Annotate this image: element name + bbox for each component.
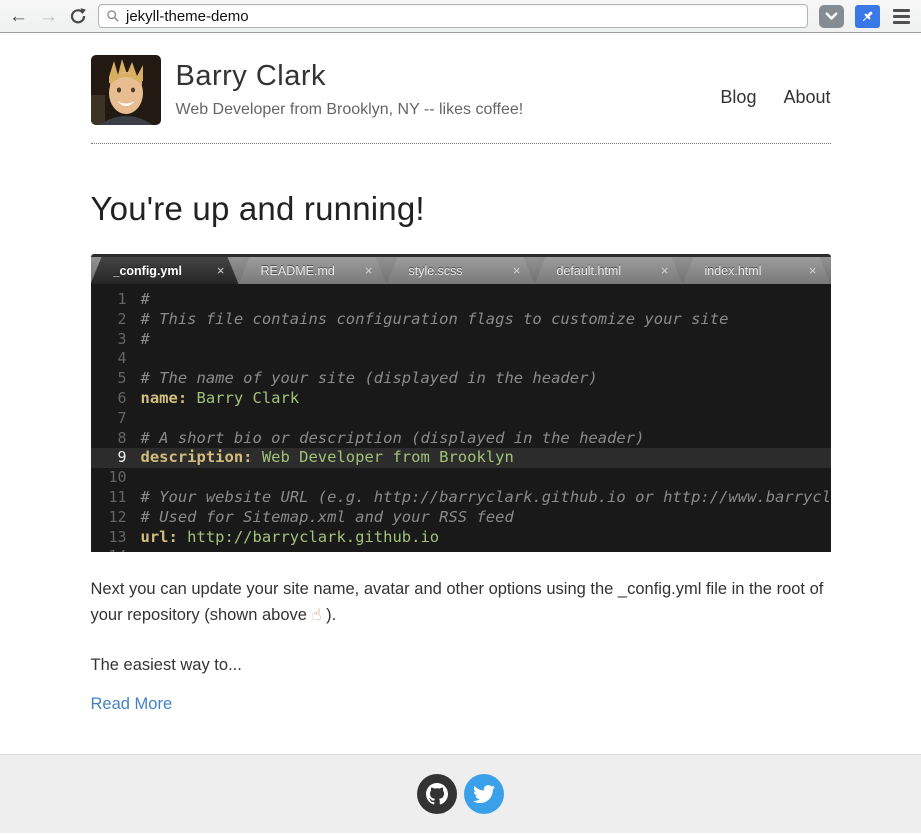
- line-number: 8: [91, 429, 127, 449]
- tab-close-icon[interactable]: ×: [209, 263, 225, 278]
- code-line: 14: [91, 547, 831, 552]
- site-title[interactable]: Barry Clark: [176, 60, 524, 93]
- editor-tab-README.md[interactable]: README.md ×: [239, 257, 387, 284]
- site-header: Barry Clark Web Developer from Brooklyn,…: [91, 55, 831, 125]
- menu-button[interactable]: [891, 7, 912, 26]
- code-lines: 1#2# This file contains configuration fl…: [91, 284, 831, 552]
- line-number: 4: [91, 349, 127, 369]
- tab-label: default.html: [557, 264, 622, 278]
- tab-close-icon[interactable]: ×: [801, 263, 817, 278]
- pocket-button[interactable]: [819, 5, 844, 28]
- code-line: 13url: http://barryclark.github.io: [91, 528, 831, 548]
- footer: [0, 754, 921, 833]
- pin-icon: [859, 8, 876, 25]
- tab-label: index.html: [705, 264, 762, 278]
- search-icon: [106, 9, 120, 23]
- code-line: 7: [91, 409, 831, 429]
- editor-tab-_config.yml[interactable]: _config.yml ×: [91, 257, 239, 284]
- tab-label: style.scss: [409, 264, 463, 278]
- tab-label: README.md: [261, 264, 335, 278]
- line-number: 1: [91, 290, 127, 310]
- editor-tab-index.html[interactable]: index.html ×: [683, 257, 831, 284]
- code-line: 5# The name of your site (displayed in t…: [91, 369, 831, 389]
- code-line: 11# Your website URL (e.g. http://barryc…: [91, 488, 831, 508]
- pin-button[interactable]: [855, 5, 880, 28]
- line-number: 14: [91, 547, 127, 552]
- avatar[interactable]: [91, 55, 161, 125]
- line-number: 10: [91, 468, 127, 488]
- editor-tab-default.html[interactable]: default.html ×: [535, 257, 683, 284]
- header-divider: [91, 143, 831, 144]
- forward-button[interactable]: →: [39, 7, 58, 26]
- line-number: 5: [91, 369, 127, 389]
- line-number: 7: [91, 409, 127, 429]
- tab-close-icon[interactable]: ×: [505, 263, 521, 278]
- code-line: 8# A short bio or description (displayed…: [91, 429, 831, 449]
- post: You're up and running! _config.yml×READM…: [91, 190, 831, 714]
- twitter-link[interactable]: [464, 774, 504, 814]
- github-icon: [426, 783, 448, 805]
- code-line: 1#: [91, 290, 831, 310]
- nav-link-about[interactable]: About: [783, 87, 830, 107]
- line-number: 13: [91, 528, 127, 548]
- nav-link-blog[interactable]: Blog: [720, 87, 756, 107]
- tab-label: _config.yml: [113, 264, 182, 278]
- url-bar[interactable]: jekyll-theme-demo: [98, 4, 808, 28]
- page: Barry Clark Web Developer from Brooklyn,…: [0, 33, 921, 833]
- avatar-image: [91, 55, 161, 125]
- post-paragraph-2: The easiest way to...: [91, 652, 831, 678]
- browser-toolbar: ← → jekyll-theme-demo: [0, 0, 921, 33]
- site-description: Web Developer from Brooklyn, NY -- likes…: [176, 101, 524, 119]
- line-number: 9: [91, 448, 127, 468]
- code-line: 12# Used for Sitemap.xml and your RSS fe…: [91, 508, 831, 528]
- twitter-icon: [473, 783, 495, 805]
- read-more-link[interactable]: Read More: [91, 695, 173, 714]
- refresh-button[interactable]: [69, 7, 87, 25]
- masthead: Barry Clark Web Developer from Brooklyn,…: [176, 55, 524, 119]
- back-button[interactable]: ←: [9, 7, 28, 26]
- site-nav: Blog About: [693, 87, 830, 108]
- code-editor-screenshot: _config.yml×README.md×style.scss×default…: [91, 254, 831, 552]
- line-number: 11: [91, 488, 127, 508]
- line-number: 2: [91, 310, 127, 330]
- code-line: 9description: Web Developer from Brookly…: [91, 448, 831, 468]
- tab-close-icon[interactable]: ×: [653, 263, 669, 278]
- code-line: 3#: [91, 330, 831, 350]
- code-line: 10: [91, 468, 831, 488]
- code-line: 6name: Barry Clark: [91, 389, 831, 409]
- code-line: 2# This file contains configuration flag…: [91, 310, 831, 330]
- pocket-icon: [824, 9, 839, 24]
- point-up-emoji: ☝: [312, 606, 322, 624]
- github-link[interactable]: [417, 774, 457, 814]
- line-number: 6: [91, 389, 127, 409]
- post-title: You're up and running!: [91, 190, 831, 228]
- line-number: 12: [91, 508, 127, 528]
- tab-close-icon[interactable]: ×: [357, 263, 373, 278]
- editor-tab-bar: _config.yml×README.md×style.scss×default…: [91, 254, 831, 284]
- editor-tab-style.scss[interactable]: style.scss ×: [387, 257, 535, 284]
- post-paragraph-1: Next you can update your site name, avat…: [91, 576, 831, 628]
- line-number: 3: [91, 330, 127, 350]
- refresh-icon: [69, 7, 87, 25]
- code-line: 4: [91, 349, 831, 369]
- url-text: jekyll-theme-demo: [126, 8, 249, 25]
